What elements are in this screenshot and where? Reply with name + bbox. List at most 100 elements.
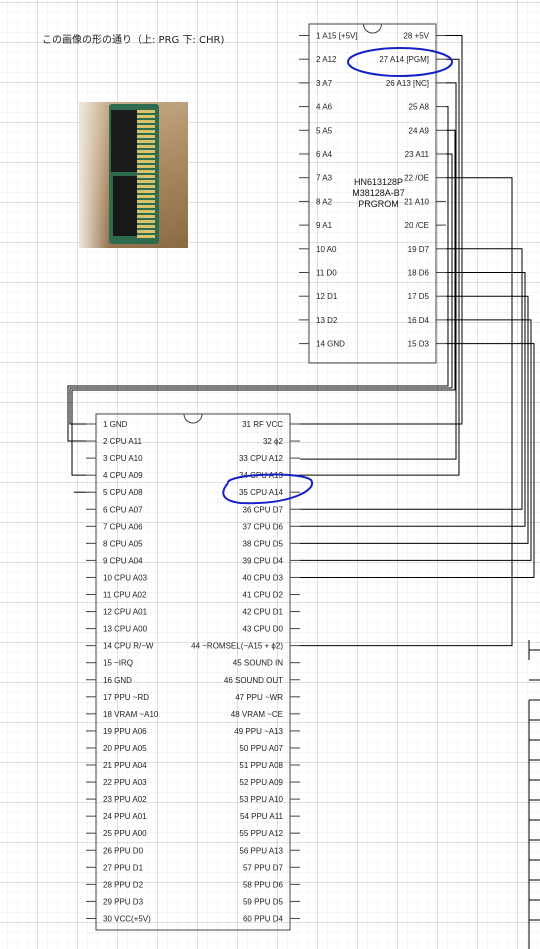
cart-pin-49-ppu-a13: 49 PPU ~A13 (234, 727, 283, 736)
cart-pin-30-vcc-5v: 30 VCC(+5V) (103, 914, 151, 923)
wire (300, 248, 523, 510)
cart-pin-35-cpu-a14: 35 CPU A14 (239, 488, 284, 497)
schematic-canvas: 1 A15 [+5V] 2 A12 3 A7 4 A6 5 A5 6 A4 7 A3 8 A2… (67, 23, 540, 949)
cart-pin-40-cpu-d3: 40 CPU D3 (243, 573, 284, 582)
cart-pin-48-vram-ce: 48 VRAM ~CE (231, 710, 283, 719)
rom-pin-23-a11: 23 A11 (405, 150, 430, 159)
cart-pin-22-ppu-a03: 22 PPU A03 (103, 778, 147, 787)
cart-pin-58-ppu-d6: 58 PPU D6 (243, 880, 284, 889)
cart-pin-29-ppu-d3: 29 PPU D3 (103, 897, 144, 906)
rom-pin-3-a7: 3 A7 (316, 79, 333, 88)
wire (300, 295, 529, 544)
cart-pin-50-ppu-a07: 50 PPU A07 (239, 744, 283, 753)
cart-pin-55-ppu-a12: 55 PPU A12 (239, 829, 283, 838)
rom-pin-6-a4: 6 A4 (316, 150, 333, 159)
cart-pin-6-cpu-a07: 6 CPU A07 (103, 505, 143, 514)
cart-pin-28-ppu-d2: 28 PPU D2 (103, 880, 144, 889)
rom-pin-18-d6: 18 D6 (408, 269, 430, 278)
wire (300, 319, 532, 561)
rom-pin-20-ce: 20 /CE (405, 221, 429, 230)
cart-pin-12-cpu-a01: 12 CPU A01 (103, 608, 148, 617)
cart-pin-42-cpu-d1: 42 CPU D1 (243, 608, 284, 617)
cart-connector-notch (183, 413, 203, 424)
rom-pin-28-5v: 28 +5V (403, 32, 429, 41)
rom-pin-2-a12: 2 A12 (316, 55, 337, 64)
cart-pin-36-cpu-d7: 36 CPU D7 (243, 505, 284, 514)
cart-pin-14-cpu-r-w: 14 CPU R/~W (103, 642, 154, 651)
cart-pin-47-ppu-wr: 47 PPU ~WR (235, 693, 283, 702)
cart-pin-10-cpu-a03: 10 CPU A03 (103, 573, 148, 582)
cart-pin-46-sound-out: 46 SOUND OUT (224, 676, 283, 685)
cart-pin-51-ppu-a08: 51 PPU A08 (239, 761, 283, 770)
cart-pin-53-ppu-a10: 53 PPU A10 (239, 795, 283, 804)
rom-part-label: HN613128P (354, 177, 403, 187)
cart-pin-57-ppu-d7: 57 PPU D7 (243, 863, 284, 872)
cart-pin-59-ppu-d5: 59 PPU D5 (243, 897, 284, 906)
rom-pin-13-d2: 13 D2 (316, 316, 338, 325)
rom-pin-8-a2: 8 A2 (316, 197, 333, 206)
rom-pin-4-a6: 4 A6 (316, 103, 333, 112)
cart-pin-31-rf-vcc: 31 RF VCC (242, 420, 283, 429)
cart-pin-19-ppu-a06: 19 PPU A06 (103, 727, 147, 736)
cart-pin-56-ppu-a13: 56 PPU A13 (239, 846, 283, 855)
rom-pin-17-d5: 17 D5 (408, 292, 430, 301)
cart-pin-3-cpu-a10: 3 CPU A10 (103, 454, 143, 463)
cart-pin-32-2: 32 ϕ2 (263, 437, 284, 446)
rom-pin-21-a10: 21 A10 (404, 197, 429, 206)
rom-pin-5-a5: 5 A5 (316, 126, 333, 135)
cart-pin-16-gnd: 16 GND (103, 676, 132, 685)
cart-pin-20-ppu-a05: 20 PPU A05 (103, 744, 147, 753)
cart-pin-54-ppu-a11: 54 PPU A11 (240, 812, 284, 821)
rom-pin-19-d7: 19 D7 (408, 245, 430, 254)
wire (300, 272, 526, 527)
rom-pin-7-a3: 7 A3 (316, 174, 333, 183)
wire (300, 343, 535, 578)
cart-pin-1-gnd: 1 GND (103, 420, 128, 429)
cart-pin-43-cpu-d0: 43 CPU D0 (243, 625, 284, 634)
cart-pin-21-ppu-a04: 21 PPU A04 (103, 761, 147, 770)
rom-pin-15-d3: 15 D3 (408, 340, 430, 349)
cart-pin-13-cpu-a00: 13 CPU A00 (103, 625, 148, 634)
cart-pin-17-ppu-rd: 17 PPU ~RD (103, 693, 149, 702)
rom-chip-notch (363, 23, 382, 34)
rom-pin-11-d0: 11 D0 (316, 269, 337, 278)
rom-pin-9-a1: 9 A1 (316, 221, 333, 230)
rom-part-label: M38128A-B7 (352, 188, 405, 198)
cart-pin-37-cpu-d6: 37 CPU D6 (243, 522, 284, 531)
cart-pin-11-cpu-a02: 11 CPU A02 (103, 591, 147, 600)
cart-pin-44-romsel-a15-2: 44 ~ROMSEL(~A15 + ϕ2) (191, 642, 283, 651)
rom-pin-25-a8: 25 A8 (409, 103, 430, 112)
cart-pin-25-ppu-a00: 25 PPU A00 (103, 829, 147, 838)
cart-pin-26-ppu-d0: 26 PPU D0 (103, 846, 144, 855)
rom-pin-12-d1: 12 D1 (316, 292, 338, 301)
rom-pin-22-oe: 22 /OE (404, 174, 429, 183)
rom-pin-14-gnd: 14 GND (316, 340, 345, 349)
rom-pin-24-a9: 24 A9 (409, 126, 430, 135)
cart-pin-33-cpu-a12: 33 CPU A12 (239, 454, 284, 463)
wire (67, 106, 449, 442)
rom-pin-27-a14-pgm: 27 A14 [PGM] (379, 55, 429, 64)
cart-pin-7-cpu-a06: 7 CPU A06 (103, 522, 143, 531)
rom-pin-1-a15-5v: 1 A15 [+5V] (316, 32, 358, 41)
rom-pin-16-d4: 16 D4 (408, 316, 430, 325)
rom-part-label: PRGROM (358, 199, 399, 209)
cart-pin-24-ppu-a01: 24 PPU A01 (103, 812, 147, 821)
cart-pin-39-cpu-d4: 39 CPU D4 (243, 556, 284, 565)
cart-pin-41-cpu-d2: 41 CPU D2 (243, 591, 284, 600)
rom-pin-10-a0: 10 A0 (316, 245, 337, 254)
cart-pin-60-ppu-d4: 60 PPU D4 (243, 914, 284, 923)
cart-pin-23-ppu-a02: 23 PPU A02 (103, 795, 147, 804)
cart-pin-27-ppu-d1: 27 PPU D1 (103, 863, 144, 872)
cart-pin-18-vram-a10: 18 VRAM ~A10 (103, 710, 159, 719)
cart-pin-8-cpu-a05: 8 CPU A05 (103, 539, 143, 548)
cart-pin-4-cpu-a09: 4 CPU A09 (103, 471, 143, 480)
cart-pin-9-cpu-a04: 9 CPU A04 (103, 556, 143, 565)
wire (300, 58, 460, 476)
cart-pin-5-cpu-a08: 5 CPU A08 (103, 488, 143, 497)
cart-pin-45-sound-in: 45 SOUND IN (233, 659, 283, 668)
cart-pin-2-cpu-a11: 2 CPU A11 (103, 437, 143, 446)
cart-pin-15-irq: 15 ~IRQ (103, 659, 133, 668)
cart-pin-38-cpu-d5: 38 CPU D5 (243, 539, 284, 548)
cart-pin-52-ppu-a09: 52 PPU A09 (239, 778, 283, 787)
rom-pin-26-a13-nc: 26 A13 [NC] (386, 79, 429, 88)
